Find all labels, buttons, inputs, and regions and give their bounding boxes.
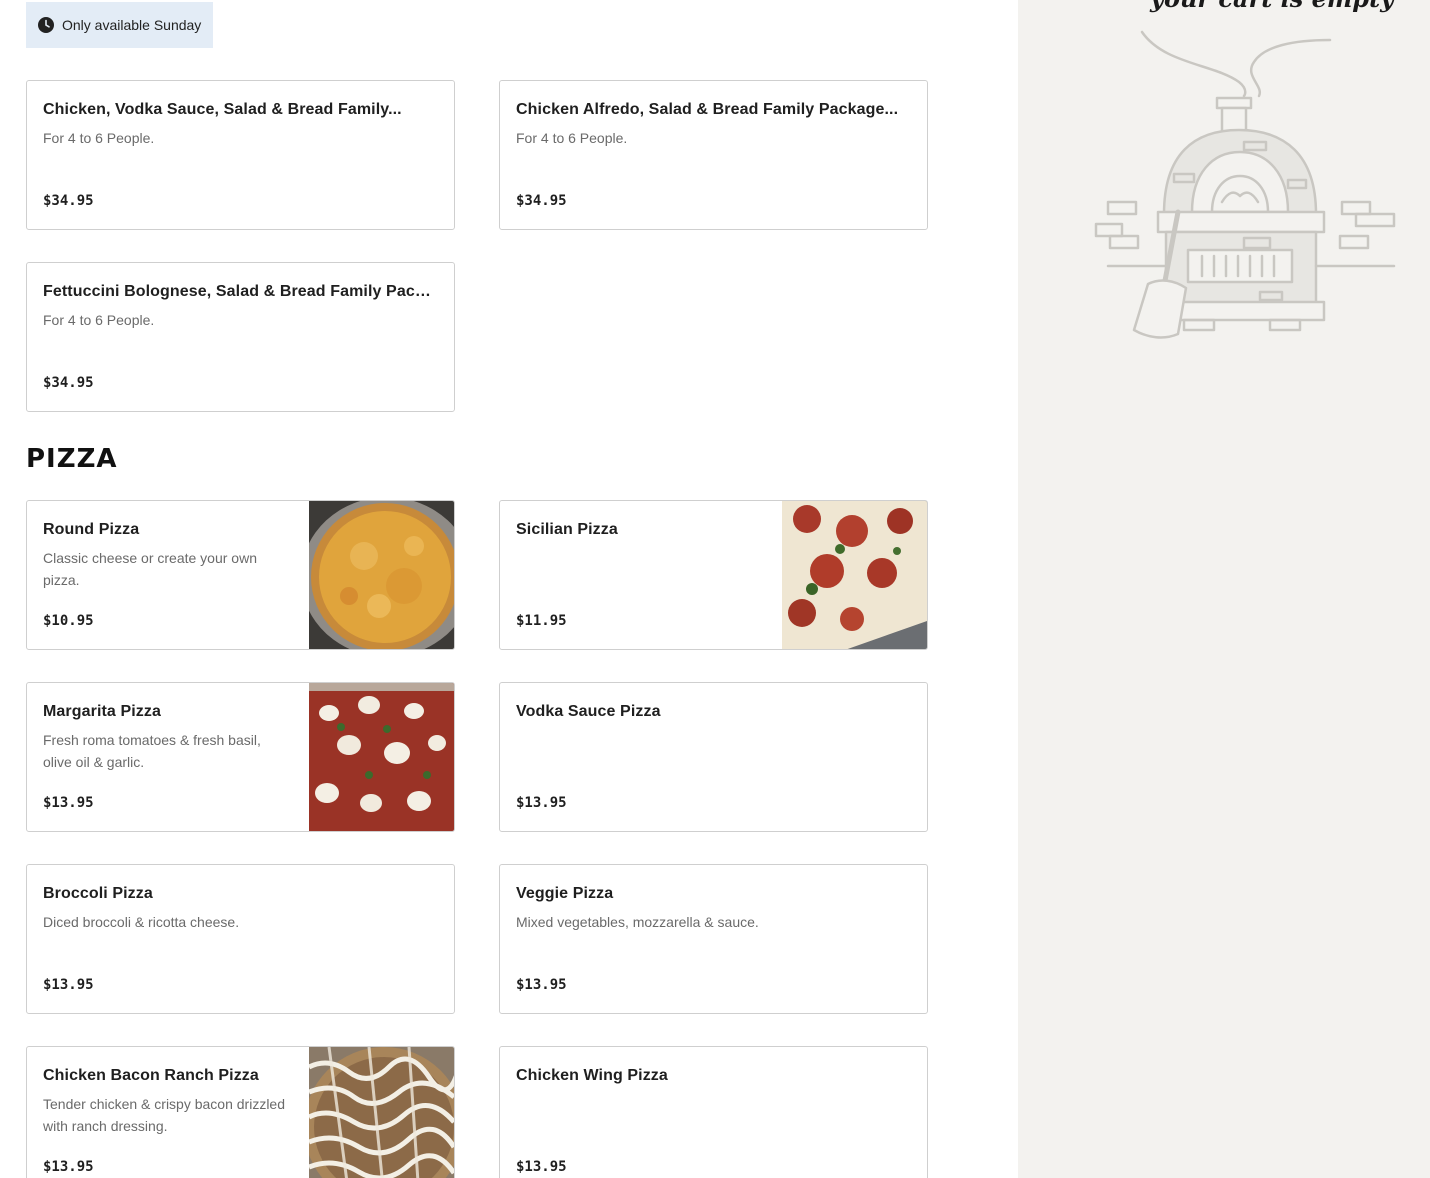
item-price: $11.95	[516, 613, 567, 629]
item-price: $34.95	[43, 375, 94, 391]
item-name: Chicken Wing Pizza	[516, 1067, 668, 1084]
availability-text: Only available Sunday	[62, 17, 202, 33]
item-name: Margarita Pizza	[43, 703, 161, 720]
item-name: Round Pizza	[43, 521, 140, 538]
item-price: $10.95	[43, 613, 94, 629]
menu-item-card[interactable]: Broccoli Pizza Diced broccoli & ricotta …	[26, 864, 455, 1014]
item-price: $13.95	[43, 795, 94, 811]
item-description: Mixed vegetables, mozzarella & sauce.	[516, 914, 759, 930]
item-price: $13.95	[516, 977, 567, 993]
item-price: $34.95	[43, 193, 94, 209]
item-description: Diced broccoli & ricotta cheese.	[43, 914, 240, 930]
item-name: Chicken Bacon Ranch Pizza	[43, 1067, 259, 1084]
margarita-pizza-image	[309, 683, 454, 831]
item-name: Vodka Sauce Pizza	[516, 703, 661, 720]
item-name: Veggie Pizza	[516, 885, 614, 902]
item-description: For 4 to 6 People.	[43, 312, 155, 328]
item-description: Fresh roma tomatoes & fresh basil, olive…	[43, 732, 261, 770]
availability-badge: Only available Sunday	[26, 2, 213, 48]
item-description: Classic cheese or create your own pizza.	[43, 550, 257, 588]
menu-item-card[interactable]: Chicken Wing Pizza $13.95	[499, 1046, 928, 1178]
item-price: $13.95	[43, 977, 94, 993]
item-price: $13.95	[516, 795, 567, 811]
clock-icon	[38, 17, 54, 33]
item-name: Sicilian Pizza	[516, 521, 618, 538]
menu-item-card[interactable]: Chicken, Vodka Sauce, Salad & Bread Fami…	[26, 80, 455, 230]
menu-item-card[interactable]: Sicilian Pizza $11.95	[499, 500, 928, 650]
menu-item-card[interactable]: Vodka Sauce Pizza $13.95	[499, 682, 928, 832]
section-title-pizza: PIZZA	[26, 444, 118, 474]
menu-item-card[interactable]: Fettuccini Bolognese, Salad & Bread Fami…	[26, 262, 455, 412]
menu-item-card[interactable]: Chicken Alfredo, Salad & Bread Family Pa…	[499, 80, 928, 230]
menu-item-card[interactable]: Margarita Pizza Fresh roma tomatoes & fr…	[26, 682, 455, 832]
sicilian-pizza-image	[782, 501, 927, 649]
item-description: For 4 to 6 People.	[516, 130, 628, 146]
menu-item-card[interactable]: Chicken Bacon Ranch Pizza Tender chicken…	[26, 1046, 455, 1178]
item-description: For 4 to 6 People.	[43, 130, 155, 146]
item-name: Chicken Alfredo, Salad & Bread Family Pa…	[516, 101, 899, 118]
pizza-oven-icon	[1094, 30, 1396, 339]
item-name: Fettuccini Bolognese, Salad & Bread Fami…	[43, 283, 438, 300]
item-name: Broccoli Pizza	[43, 885, 153, 902]
menu-item-card[interactable]: Veggie Pizza Mixed vegetables, mozzarell…	[499, 864, 928, 1014]
menu-main: Only available Sunday Chicken, Vodka Sau…	[0, 0, 1018, 1178]
cart-empty-title: your cart is empty	[1150, 0, 1394, 13]
item-price: $13.95	[516, 1159, 567, 1175]
item-description: Tender chicken & crispy bacon drizzled w…	[43, 1096, 286, 1134]
round-pizza-image	[309, 501, 454, 649]
cart-panel: your cart is empty	[1018, 0, 1430, 1178]
menu-item-card[interactable]: Round Pizza Classic cheese or create you…	[26, 500, 455, 650]
chicken-bacon-ranch-pizza-image	[309, 1047, 454, 1178]
item-name: Chicken, Vodka Sauce, Salad & Bread Fami…	[43, 101, 402, 118]
item-price: $34.95	[516, 193, 567, 209]
item-price: $13.95	[43, 1159, 94, 1175]
